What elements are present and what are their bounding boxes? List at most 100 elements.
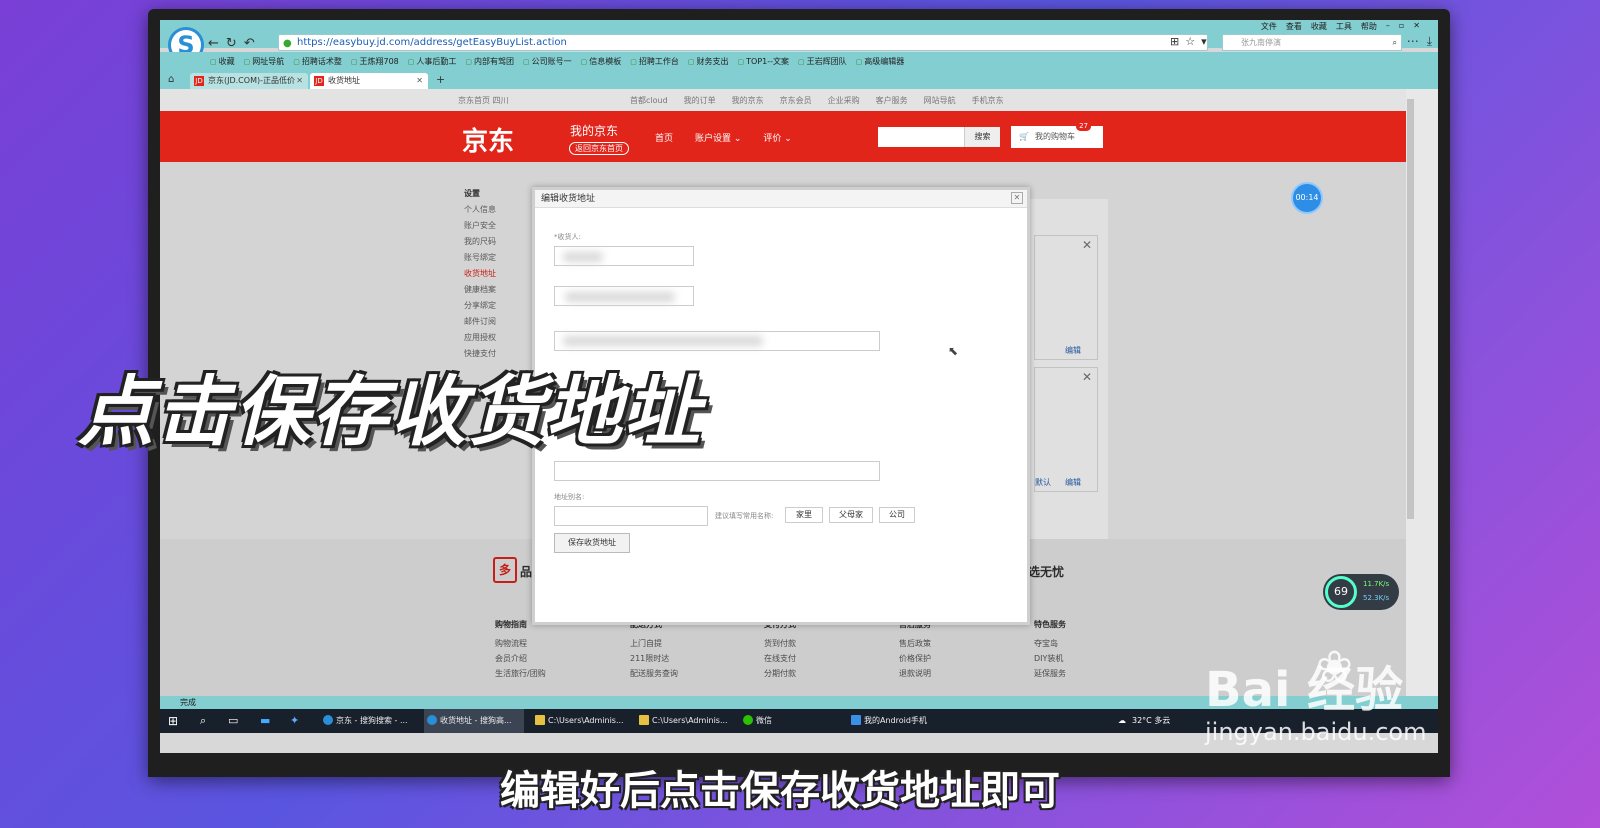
site-topnav: 京东首页 四川 首都cloud 我的订单 我的京东 京东会员 企业采购 客户服务… [160, 89, 1406, 111]
nav-account-settings[interactable]: 账户设置 ⌄ [695, 131, 741, 144]
suggestion-label: 建议填写常用名称: [715, 512, 774, 520]
folder-icon [639, 715, 649, 725]
bookmark-item[interactable]: 招聘话术整 [293, 52, 342, 72]
jd-logo[interactable]: 京东 [462, 121, 514, 158]
lock-icon: ● [283, 38, 292, 49]
topnav-link[interactable]: 京东会员 [780, 95, 812, 106]
tab-label: 京东(JD.COM)-正品低价 [208, 76, 295, 85]
menu-file[interactable]: 文件 [1261, 21, 1277, 32]
bookmark-item[interactable]: 高级编辑器 [856, 52, 904, 72]
dialog-close-icon[interactable]: ✕ [1011, 192, 1023, 204]
alias-label: 地址别名: [554, 493, 585, 501]
undo-icon[interactable]: ↶ [244, 36, 255, 51]
desktop-icon[interactable]: ▬ [260, 714, 270, 727]
tab-close-icon[interactable]: ✕ [416, 73, 423, 89]
minimize-icon[interactable]: – [1386, 21, 1390, 32]
tab-address[interactable]: JD 收货地址 ✕ [310, 73, 428, 89]
bookmark-item[interactable]: 网址导航 [244, 52, 284, 72]
star-icon[interactable]: ☆ [1185, 35, 1195, 48]
dropdown-icon[interactable]: ▾ [1201, 35, 1207, 48]
nav-reviews[interactable]: 评价 ⌄ [763, 131, 791, 144]
watermark-url: jingyan.baidu.com [1205, 718, 1427, 746]
baidu-jingyan-watermark: Bai 经验 jingyan.baidu.com [1205, 650, 1426, 746]
topnav-link[interactable]: 我的订单 [684, 95, 716, 106]
phone-input[interactable] [554, 461, 880, 481]
mouse-cursor-icon: ⬉ [948, 344, 959, 358]
cart-button[interactable]: 🛒 我的购物车 27 [1011, 122, 1103, 148]
bookmark-item[interactable]: 人事后勤工 [408, 52, 456, 72]
page-scrollbar[interactable] [1406, 89, 1438, 696]
search-icon[interactable]: ⌕ [200, 714, 206, 728]
download-icon[interactable]: ⤓ [1427, 34, 1432, 49]
windows-start-icon[interactable]: ⊞ [168, 714, 178, 728]
wechat-icon [743, 715, 753, 725]
taskbar-app[interactable]: 京东 - 搜狗搜索 - ... [320, 709, 420, 733]
menu-tools[interactable]: 工具 [1336, 21, 1352, 32]
suggestion-parents[interactable]: 父母家 [829, 507, 873, 523]
back-home-link[interactable]: 返回京东首页 [569, 142, 629, 155]
menu-help[interactable]: 帮助 [1361, 21, 1377, 32]
bookmark-item[interactable]: 公司账号一 [523, 52, 572, 72]
bookmark-item[interactable]: 收藏 [210, 52, 235, 72]
close-icon[interactable]: ✕ [1413, 21, 1420, 32]
site-search-button[interactable]: 搜索 [964, 127, 1000, 147]
topnav-location[interactable]: 京东首页 四川 [458, 95, 509, 106]
url-text: https://easybuy.jd.com/address/getEasyBu… [297, 37, 567, 48]
weather-icon: ☁ [1118, 716, 1126, 725]
back-icon[interactable]: ← [208, 36, 219, 51]
bookmark-item[interactable]: 信息模板 [581, 52, 621, 72]
bookmark-item[interactable]: TOP1--文案 [738, 52, 789, 72]
taskbar-app[interactable]: C:\Users\Adminis... [532, 709, 632, 733]
tab-close-icon[interactable]: ✕ [296, 73, 303, 89]
redacted-text [565, 292, 675, 302]
task-view-icon[interactable]: ▭ [228, 714, 238, 727]
bookmark-item[interactable]: 王岩辉团队 [798, 52, 847, 72]
app-icon[interactable]: ✦ [290, 714, 299, 727]
more-icon[interactable]: ⋯ [1407, 34, 1419, 49]
site-header: 京东 我的京东 返回京东首页 首页 账户设置 ⌄ 评价 ⌄ 搜索 🛒 我的购物车… [160, 111, 1406, 162]
bookmark-item[interactable]: 王炼翔708 [351, 52, 399, 72]
taskbar-app[interactable]: 微信 [740, 709, 840, 733]
site-search-input[interactable]: 搜索 [878, 127, 1000, 147]
cart-count-badge: 27 [1076, 122, 1091, 131]
search-icon[interactable]: ⌕ [1393, 35, 1397, 50]
bookmark-item[interactable]: 内部有驾团 [465, 52, 514, 72]
taskbar-app-label: 微信 [756, 716, 772, 725]
recording-timer: 00:14 [1291, 182, 1323, 214]
tab-jd-home[interactable]: JD 京东(JD.COM)-正品低价 ✕ [190, 73, 308, 89]
taskbar-app[interactable]: 我的Android手机 [848, 709, 948, 733]
topnav-link[interactable]: 企业采购 [828, 95, 860, 106]
suggestion-company[interactable]: 公司 [879, 507, 915, 523]
new-tab-icon[interactable]: + [436, 73, 445, 86]
menu-view[interactable]: 查看 [1286, 21, 1302, 32]
topnav-link[interactable]: 我的京东 [732, 95, 764, 106]
topnav-link[interactable]: 客户服务 [876, 95, 908, 106]
taskbar-app-label: 我的Android手机 [864, 716, 927, 725]
upload-speed: 11.7K/s [1363, 580, 1390, 588]
taskbar-app[interactable]: C:\Users\Adminis... [636, 709, 736, 733]
alias-input[interactable] [554, 506, 708, 526]
taskbar-app-label: C:\Users\Adminis... [652, 716, 728, 725]
home-icon[interactable]: ⌂ [168, 74, 174, 85]
jd-favicon: JD [314, 76, 324, 86]
browser-search-input[interactable]: 张九南停演 ⌕ [1222, 34, 1402, 51]
topnav-link[interactable]: 手机京东 [972, 95, 1004, 106]
bookmark-item[interactable]: 招聘工作台 [630, 52, 679, 72]
cart-label: 我的购物车 [1035, 132, 1075, 141]
grid-icon[interactable]: ⊞ [1170, 35, 1179, 48]
scrollbar-thumb[interactable] [1407, 99, 1414, 519]
address-bar[interactable]: ● https://easybuy.jd.com/address/getEasy… [278, 34, 1208, 51]
nav-home[interactable]: 首页 [655, 131, 673, 144]
suggestion-home[interactable]: 家里 [785, 507, 823, 523]
weather-text[interactable]: 32°C 多云 [1132, 709, 1170, 733]
refresh-icon[interactable]: ↻ [226, 36, 237, 51]
topnav-link[interactable]: 首都cloud [630, 95, 668, 106]
taskbar-app-label: 收货地址 - 搜狗高... [440, 716, 512, 725]
bookmark-item[interactable]: 财务支出 [688, 52, 729, 72]
save-address-button[interactable]: 保存收货地址 [554, 533, 630, 553]
speed-percent: 69 [1325, 576, 1357, 608]
taskbar-app-active[interactable]: 收货地址 - 搜狗高... [424, 709, 524, 733]
maximize-icon[interactable]: ▫ [1399, 21, 1404, 32]
topnav-link[interactable]: 网站导航 [924, 95, 956, 106]
menu-favorites[interactable]: 收藏 [1311, 21, 1327, 32]
